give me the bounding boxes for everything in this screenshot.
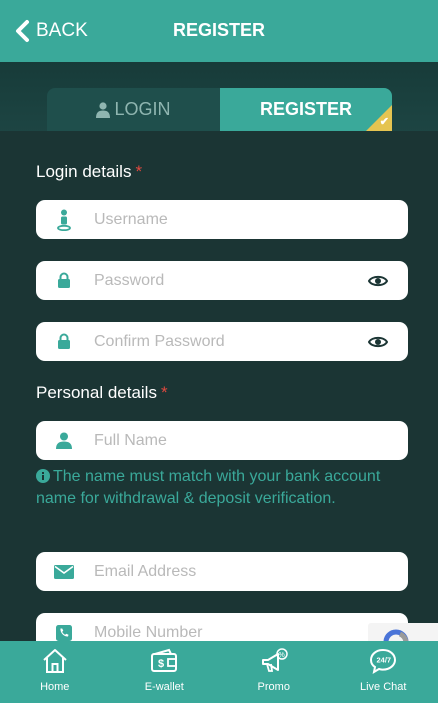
nav-ewallet-label: E-wallet bbox=[144, 681, 184, 693]
nav-livechat[interactable]: 24/7 Live Chat bbox=[329, 641, 438, 703]
envelope-icon bbox=[54, 552, 74, 591]
login-details-heading: Login details * bbox=[36, 162, 142, 182]
eye-icon[interactable] bbox=[368, 322, 388, 361]
required-mark: * bbox=[135, 162, 143, 181]
lock-icon bbox=[54, 322, 74, 361]
fullname-field[interactable] bbox=[36, 421, 408, 460]
nav-livechat-label: Live Chat bbox=[360, 681, 407, 693]
page-title: REGISTER bbox=[172, 20, 265, 40]
tab-register-label: REGISTER bbox=[259, 99, 352, 119]
nav-promo-label: Promo bbox=[257, 681, 290, 693]
recaptcha-icon bbox=[383, 629, 409, 642]
wallet-icon: $ bbox=[151, 648, 178, 672]
svg-text:$: $ bbox=[158, 658, 164, 670]
personal-details-heading: Personal details * bbox=[36, 383, 168, 403]
chat-24-7-icon: 24/7 bbox=[370, 648, 397, 675]
note-text: The name must match with your bank accou… bbox=[36, 468, 381, 507]
eye-icon[interactable] bbox=[368, 261, 388, 300]
user-icon bbox=[96, 101, 111, 118]
password-field[interactable] bbox=[36, 261, 408, 300]
confirm-password-field[interactable] bbox=[36, 322, 408, 361]
tab-register[interactable]: REGISTER ✔ bbox=[220, 88, 392, 131]
nav-home[interactable]: Home bbox=[0, 641, 110, 703]
fullname-input[interactable] bbox=[94, 421, 364, 460]
nav-home-label: Home bbox=[40, 681, 70, 693]
name-match-note: The name must match with your bank accou… bbox=[36, 466, 408, 510]
user-pin-icon bbox=[54, 200, 74, 239]
checkmark-icon: ✔ bbox=[379, 116, 389, 128]
bottom-navigation: Home $ E-wallet % Promo 24/7 Live Chat bbox=[0, 641, 438, 703]
svg-text:24/7: 24/7 bbox=[377, 656, 392, 665]
app-header: BACK REGISTER bbox=[0, 0, 438, 62]
email-input[interactable] bbox=[94, 552, 364, 591]
login-details-label: Login details bbox=[36, 162, 132, 181]
lock-icon bbox=[54, 261, 74, 300]
username-field[interactable] bbox=[36, 200, 408, 239]
megaphone-icon: % bbox=[261, 648, 288, 672]
tab-login[interactable]: LOGIN bbox=[47, 88, 220, 131]
user-icon bbox=[54, 421, 74, 460]
confirm-password-input[interactable] bbox=[94, 322, 364, 361]
password-input[interactable] bbox=[94, 261, 364, 300]
nav-ewallet[interactable]: $ E-wallet bbox=[110, 641, 220, 703]
tab-login-label: LOGIN bbox=[114, 99, 171, 119]
nav-promo[interactable]: % Promo bbox=[219, 641, 329, 703]
personal-details-label: Personal details bbox=[36, 383, 157, 402]
email-field[interactable] bbox=[36, 552, 408, 591]
required-mark: * bbox=[160, 383, 168, 402]
info-icon bbox=[36, 469, 50, 483]
svg-text:%: % bbox=[278, 652, 284, 659]
home-icon bbox=[43, 649, 67, 673]
username-input[interactable] bbox=[94, 200, 364, 239]
